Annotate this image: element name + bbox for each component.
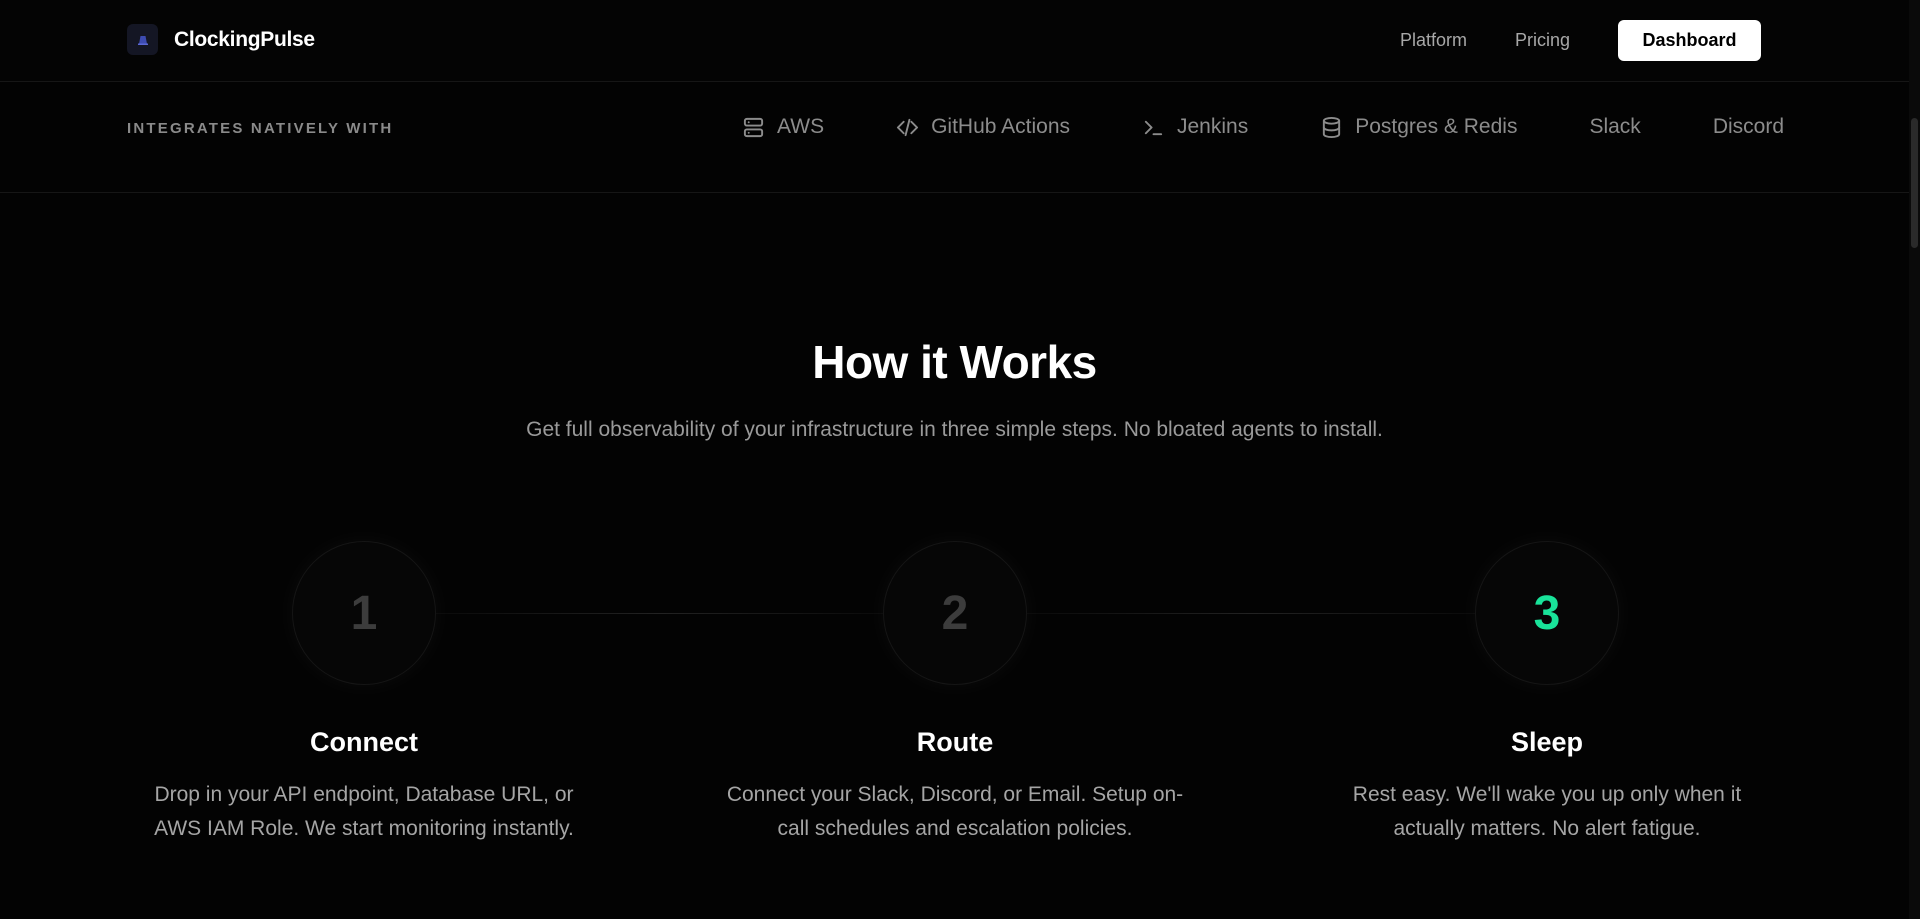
integration-label: Slack xyxy=(1589,115,1641,138)
step-description: Connect your Slack, Discord, or Email. S… xyxy=(726,783,1184,840)
code-icon xyxy=(897,118,919,136)
how-it-works-title: How it Works xyxy=(812,336,1097,388)
step-number-badge: 1 xyxy=(292,541,436,685)
step-number-badge: 2 xyxy=(883,541,1027,685)
top-navbar: ClockingPulse Platform Pricing Dashboard xyxy=(0,0,1909,82)
server-icon xyxy=(743,117,764,137)
step-description: Rest easy. We'll wake you up only when i… xyxy=(1352,783,1742,840)
step-connect: 1 Connect Drop in your API endpoint, Dat… xyxy=(124,541,604,846)
integrations-strip: INTEGRATES NATIVELY WITH AWS GitHub Acti… xyxy=(0,83,1909,193)
database-icon xyxy=(1323,116,1341,138)
scrollbar-thumb[interactable] xyxy=(1911,118,1918,248)
step-title: Connect xyxy=(310,727,418,757)
integrations-list: AWS GitHub Actions Jenkins Postgres & Re… xyxy=(742,115,1784,139)
nav-platform-link[interactable]: Platform xyxy=(1400,30,1467,51)
page: ClockingPulse Platform Pricing Dashboard… xyxy=(0,0,1920,919)
terminal-icon xyxy=(1144,120,1163,135)
step-sleep: 3 Sleep Rest easy. We'll wake you up onl… xyxy=(1307,541,1787,846)
integration-label: AWS xyxy=(777,115,825,138)
integration-slack: Slack xyxy=(1589,115,1640,139)
step-number-badge: 3 xyxy=(1475,541,1619,685)
integration-label: Jenkins xyxy=(1177,115,1249,138)
pulse-logo-icon xyxy=(127,24,158,55)
step-title: Route xyxy=(916,727,994,757)
page-scrollbar[interactable] xyxy=(1909,0,1920,919)
integration-label: Discord xyxy=(1712,115,1784,138)
integrations-label: INTEGRATES NATIVELY WITH xyxy=(127,120,394,137)
how-it-works-subtitle: Get full observability of your infrastru… xyxy=(526,418,1383,441)
step-description: Drop in your API endpoint, Database URL,… xyxy=(154,783,574,840)
integration-aws: AWS xyxy=(742,115,824,139)
main-nav: Platform Pricing Dashboard xyxy=(1400,20,1761,61)
brand[interactable]: ClockingPulse xyxy=(127,24,315,55)
brand-name: ClockingPulse xyxy=(174,27,315,51)
dashboard-button[interactable]: Dashboard xyxy=(1618,20,1761,61)
step-route: 2 Route Connect your Slack, Discord, or … xyxy=(715,541,1195,846)
integration-jenkins: Jenkins xyxy=(1142,115,1248,139)
integration-postgres-redis: Postgres & Redis xyxy=(1320,115,1517,139)
integration-discord: Discord xyxy=(1713,115,1784,139)
step-title: Sleep xyxy=(1510,727,1584,757)
nav-pricing-link[interactable]: Pricing xyxy=(1515,30,1570,51)
integration-label: GitHub Actions xyxy=(931,115,1070,138)
integration-github-actions: GitHub Actions xyxy=(896,115,1070,139)
integration-label: Postgres & Redis xyxy=(1355,115,1518,138)
